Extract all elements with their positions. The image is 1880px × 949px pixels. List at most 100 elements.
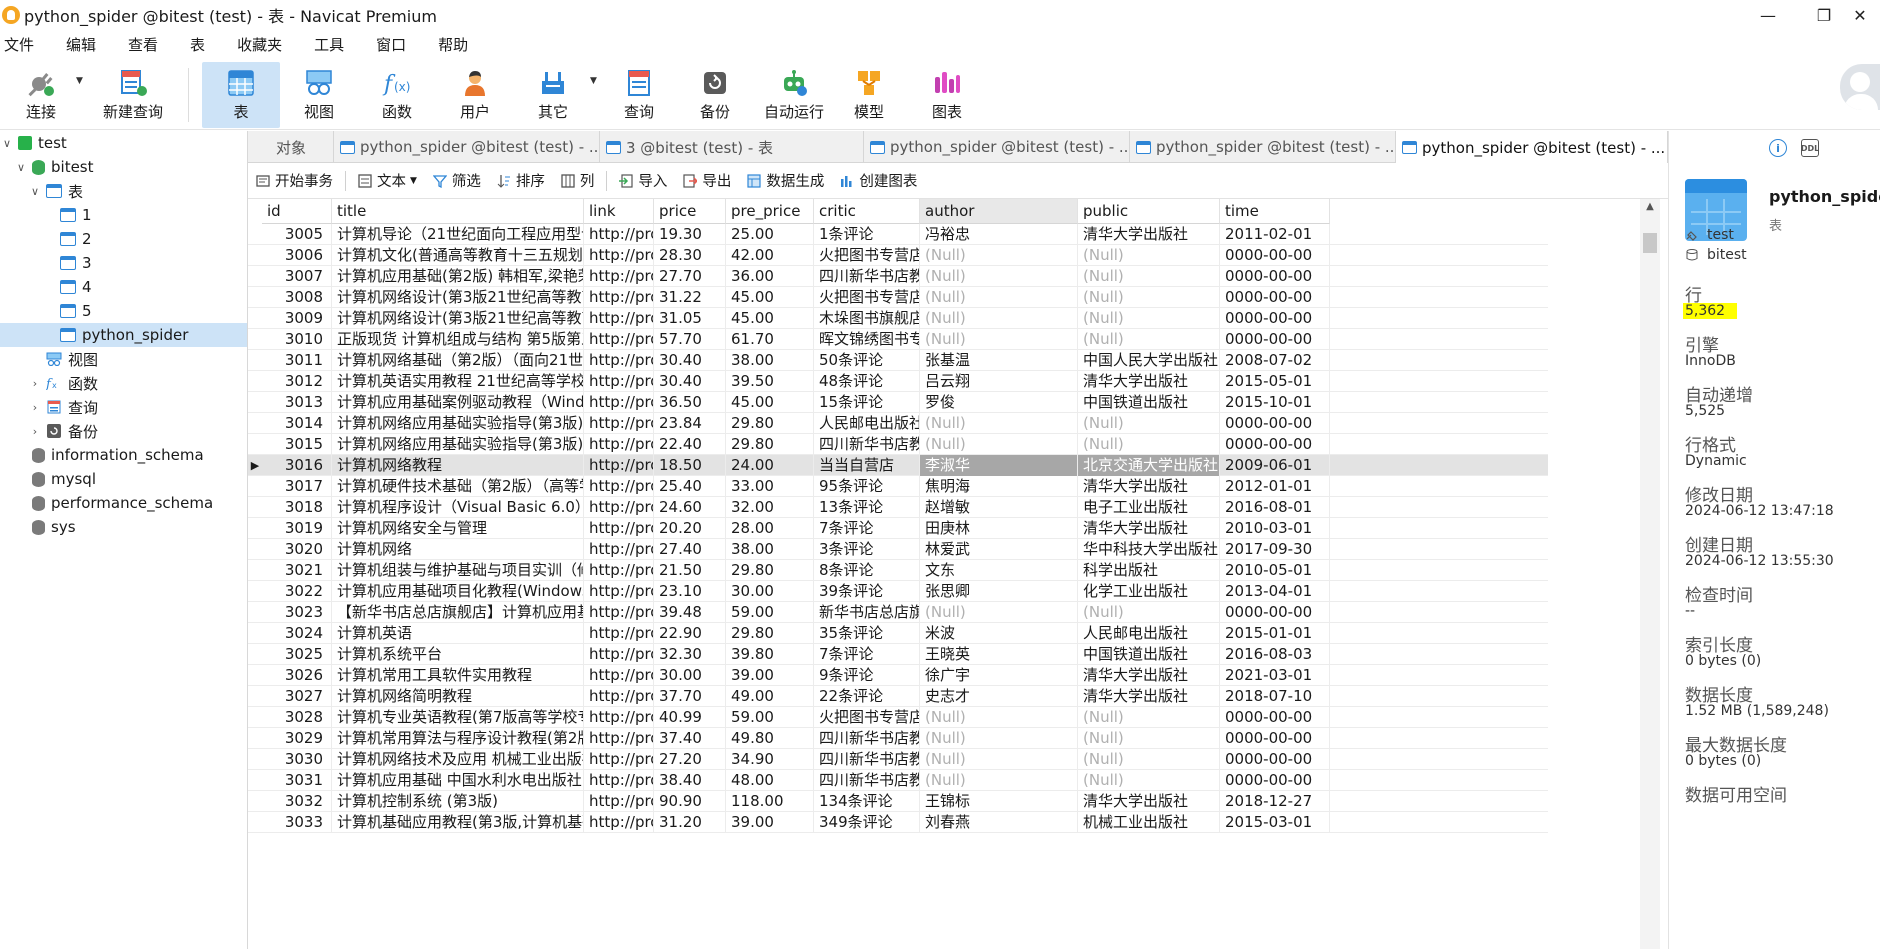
column-header-pre-price[interactable]: pre_price (726, 199, 814, 224)
cell-pre-price[interactable]: 29.80 (726, 413, 814, 434)
cell-critic[interactable]: 四川新华书店教育 (814, 770, 920, 791)
cell-id[interactable]: 3027 (262, 686, 332, 707)
create-chart-button[interactable]: 创建图表 (840, 170, 917, 191)
cell-link[interactable]: http://pro (584, 602, 654, 623)
cell-link[interactable]: http://pro (584, 686, 654, 707)
cell-public[interactable]: 清华大学出版社 (1078, 518, 1220, 539)
cell-critic[interactable]: 四川新华书店教育 (814, 728, 920, 749)
cell-title[interactable]: 计算机文化(普通高等教育十三五规划教材) (332, 245, 584, 266)
cell-title[interactable]: 计算机程序设计（Visual Basic 6.0） (332, 497, 584, 518)
account-avatar-icon[interactable] (1840, 64, 1880, 110)
cell-title[interactable]: 计算机网络技术及应用 机械工业出版社 (332, 749, 584, 770)
cell-time[interactable]: 2015-01-01 (1220, 623, 1330, 644)
cell-critic[interactable]: 7条评论 (814, 518, 920, 539)
cell-critic[interactable]: 火把图书专营店 (814, 287, 920, 308)
column-header-link[interactable]: link (584, 199, 654, 224)
menu-window[interactable]: 窗口 (372, 34, 418, 55)
cell-title[interactable]: 计算机网络 (332, 539, 584, 560)
tab-objects[interactable]: 对象 (248, 131, 334, 163)
cell-public[interactable]: (Null) (1078, 329, 1220, 350)
menu-help[interactable]: 帮助 (434, 34, 480, 55)
cell-id[interactable]: 3025 (262, 644, 332, 665)
cell-public[interactable]: 清华大学出版社 (1078, 665, 1220, 686)
cell-critic[interactable]: 39条评论 (814, 581, 920, 602)
cell-public[interactable]: 清华大学出版社 (1078, 371, 1220, 392)
cell-title[interactable]: 计算机导论（21世纪面向工程应用型计算机 (332, 224, 584, 245)
cell-time[interactable]: 2016-08-03 (1220, 644, 1330, 665)
cell-link[interactable]: http://pro (584, 413, 654, 434)
tree-database-performance-schema[interactable]: performance_schema (28, 491, 213, 515)
cell-id[interactable]: 3015 (262, 434, 332, 455)
table-row[interactable]: 3006计算机文化(普通高等教育十三五规划教材)http://pro28.304… (248, 245, 1548, 266)
cell-author[interactable]: 田庚林 (920, 518, 1078, 539)
table-row[interactable]: 3024 计算机英语 http://pro 22.90 29.80 35条评论 米波 人民邮电… (248, 623, 1548, 644)
cell-author[interactable]: (Null) (920, 602, 1078, 623)
cell-title[interactable]: 【新华书店总店旗舰店】计算机应用基础(第 (332, 602, 584, 623)
query-button[interactable]: 查询 (600, 62, 678, 128)
import-button[interactable]: 导入 (619, 170, 667, 191)
cell-title[interactable]: 计算机常用算法与程序设计教程(第2版) 人民 (332, 728, 584, 749)
tab-query-2[interactable]: python_spider @bitest (test) - ... (864, 131, 1130, 163)
cell-critic[interactable]: 95条评论 (814, 476, 920, 497)
table-row[interactable]: 3018 计算机程序设计（Visual Basic 6.0） http://pro 2… (248, 497, 1548, 518)
cell-id[interactable]: 3009 (262, 308, 332, 329)
cell-public[interactable]: (Null) (1078, 749, 1220, 770)
cell-pre-price[interactable]: 29.80 (726, 560, 814, 581)
minimize-icon[interactable]: — (1740, 0, 1796, 30)
cell-critic[interactable]: 3条评论 (814, 539, 920, 560)
cell-time[interactable]: 0000-00-00 (1220, 707, 1330, 728)
cell-link[interactable]: http://pro (584, 770, 654, 791)
close-icon[interactable]: ✕ (1840, 0, 1880, 30)
cell-critic[interactable]: 48条评论 (814, 371, 920, 392)
cell-link[interactable]: http://pro (584, 308, 654, 329)
cell-time[interactable]: 0000-00-00 (1220, 413, 1330, 434)
cell-public[interactable]: (Null) (1078, 413, 1220, 434)
tree-database-sys[interactable]: sys (28, 515, 76, 539)
table-row[interactable]: 3012计算机英语实用教程 21世纪高等学校计算机http://pro30.40… (248, 371, 1548, 392)
cell-link[interactable]: http://pro (584, 728, 654, 749)
table-row[interactable]: 3009计算机网络设计(第3版21世纪高等教育网络http://pro31.05… (248, 308, 1548, 329)
tab-query-3[interactable]: python_spider @bitest (test) - ... (1130, 131, 1396, 163)
cell-title[interactable]: 计算机网络设计(第3版21世纪高等教育网络 (332, 308, 584, 329)
cell-title[interactable]: 计算机英语 (332, 623, 584, 644)
cell-author[interactable]: 徐广宇 (920, 665, 1078, 686)
tree-database-bitest[interactable]: ∨ bitest (14, 155, 94, 179)
cell-link[interactable]: http://pro (584, 812, 654, 833)
cell-public[interactable]: (Null) (1078, 707, 1220, 728)
column-header-time[interactable]: time (1220, 199, 1330, 224)
column-header-id[interactable]: id (262, 199, 332, 224)
cell-id[interactable]: 3032 (262, 791, 332, 812)
cell-public[interactable]: 清华大学出版社 (1078, 791, 1220, 812)
table-row[interactable]: 3007计算机应用基础(第2版) 韩相军,梁艳荣 编http://pro27.7… (248, 266, 1548, 287)
cell-pre-price[interactable]: 25.00 (726, 224, 814, 245)
cell-critic[interactable]: 9条评论 (814, 665, 920, 686)
cell-critic[interactable]: 8条评论 (814, 560, 920, 581)
cell-price[interactable]: 30.40 (654, 350, 726, 371)
cell-pre-price[interactable]: 33.00 (726, 476, 814, 497)
cell-title[interactable]: 计算机系统平台 (332, 644, 584, 665)
cell-price[interactable]: 21.50 (654, 560, 726, 581)
cell-time[interactable]: 2018-12-27 (1220, 791, 1330, 812)
tree-folder-functions[interactable]: › fx 函数 (28, 371, 98, 395)
cell-id[interactable]: 3024 (262, 623, 332, 644)
tree-connection-test[interactable]: ∨ test (0, 131, 67, 155)
cell-price[interactable]: 28.30 (654, 245, 726, 266)
cell-pre-price[interactable]: 49.00 (726, 686, 814, 707)
cell-time[interactable]: 0000-00-00 (1220, 602, 1330, 623)
cell-price[interactable]: 18.50 (654, 455, 726, 476)
new-query-button[interactable]: 新建查询 (84, 62, 182, 128)
table-row[interactable]: 3020 计算机网络 http://pro 27.40 38.00 3条评论 林爱武 华中科技… (248, 539, 1548, 560)
cell-author[interactable]: 焦明海 (920, 476, 1078, 497)
data-generation-button[interactable]: 数据生成 (747, 170, 824, 191)
tree-table-3[interactable]: 3 (56, 251, 92, 275)
cell-public[interactable]: 清华大学出版社 (1078, 224, 1220, 245)
cell-price[interactable]: 23.84 (654, 413, 726, 434)
text-dropdown-icon[interactable]: ▼ (410, 176, 417, 186)
cell-link[interactable]: http://pro (584, 518, 654, 539)
info-tab-icon[interactable]: i (1769, 139, 1787, 157)
cell-link[interactable]: http://pro (584, 329, 654, 350)
cell-author[interactable]: 米波 (920, 623, 1078, 644)
cell-price[interactable]: 25.40 (654, 476, 726, 497)
menu-edit[interactable]: 编辑 (62, 34, 108, 55)
cell-title[interactable]: 计算机网络应用基础实验指导(第3版) (332, 413, 584, 434)
